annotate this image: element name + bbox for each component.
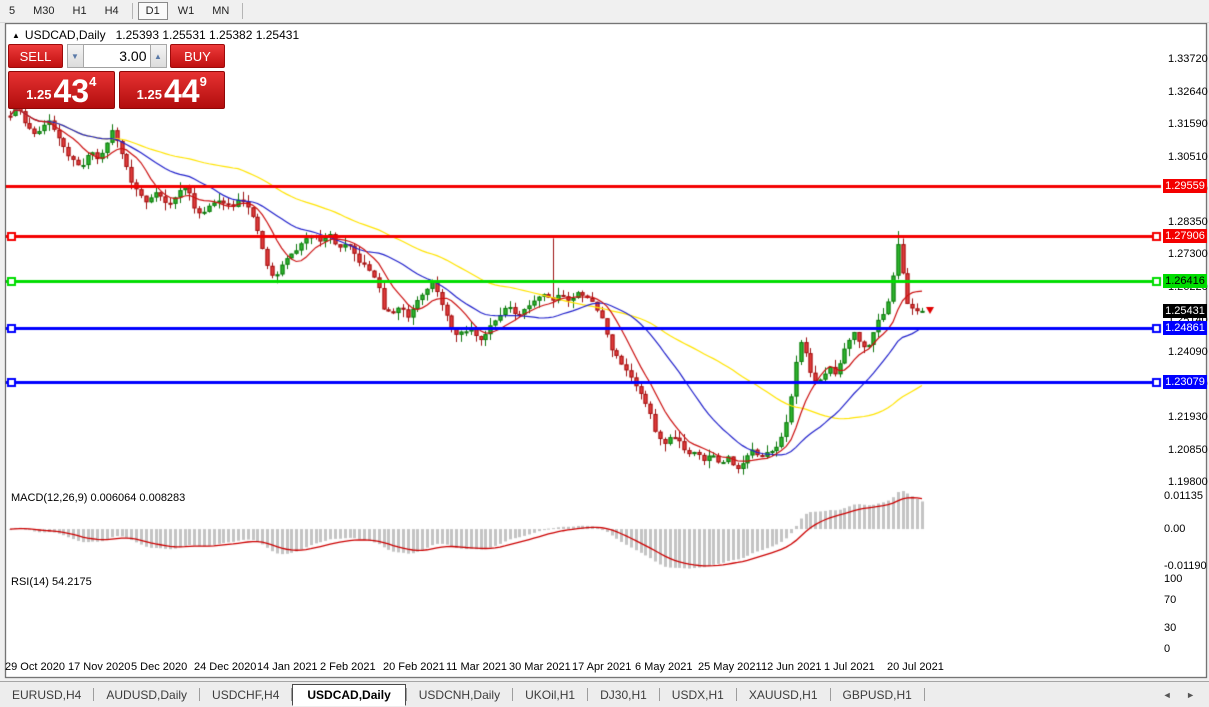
timeframe-button-H4[interactable]: H4	[97, 2, 127, 20]
volume-increase-button[interactable]: ▲	[150, 44, 167, 68]
price-tick-label: 1.20850	[1168, 444, 1208, 456]
sell-price-tile[interactable]: 1.25 43 4	[8, 71, 115, 109]
chart-tab-bar: EURUSD,H4AUDUSD,DailyUSDCHF,H4USDCAD,Dai…	[0, 681, 1209, 707]
tab-scroll-arrows[interactable]: ◄ ►	[1163, 690, 1201, 700]
date-tick-label: 6 May 2021	[635, 661, 692, 673]
hline-price-label: 1.24861	[1163, 321, 1207, 335]
price-tick-label: 1.19800	[1168, 476, 1208, 488]
symbol-period-label: USDCAD,Daily	[25, 28, 106, 42]
macd-indicator-label: MACD(12,26,9) 0.006064 0.008283	[11, 492, 185, 504]
chart-tab-dj30-h1[interactable]: DJ30,H1	[588, 685, 659, 705]
timeframe-button-MN[interactable]: MN	[204, 2, 237, 20]
hline-price-label: 1.29559	[1163, 179, 1207, 193]
chart-tab-audusd-daily[interactable]: AUDUSD,Daily	[94, 685, 199, 705]
volume-decrease-button[interactable]: ▼	[67, 44, 84, 68]
toolbar-separator	[132, 3, 133, 19]
buy-button[interactable]: BUY	[170, 44, 225, 68]
collapse-panel-icon[interactable]: ▲	[12, 31, 20, 40]
date-tick-label: 20 Feb 2021	[383, 661, 445, 673]
tab-separator	[924, 688, 925, 701]
date-tick-label: 30 Mar 2021	[509, 661, 571, 673]
rsi-indicator-label: RSI(14) 54.2175	[11, 576, 92, 588]
chart-title: ▲ USDCAD,Daily 1.25393 1.25531 1.25382 1.2…	[12, 28, 299, 42]
buy-price-tile[interactable]: 1.25 44 9	[119, 71, 226, 109]
chart-tab-ukoil-h1[interactable]: UKOil,H1	[513, 685, 587, 705]
one-click-trade-panel: SELL ▼ ▲ BUY 1.25 43 4 1.25 44 9	[8, 44, 225, 109]
rsi-axis-label: 30	[1164, 622, 1176, 634]
timeframe-button-W1[interactable]: W1	[170, 2, 203, 20]
price-tick-label: 1.33720	[1168, 53, 1208, 65]
timeframe-button-M30[interactable]: M30	[25, 2, 62, 20]
chart-tab-usdcnh-daily[interactable]: USDCNH,Daily	[407, 685, 512, 705]
price-tick-label: 1.24090	[1168, 346, 1208, 358]
ohlc-quote-line: 1.25393 1.25531 1.25382 1.25431	[116, 28, 300, 42]
price-tick-label: 1.21930	[1168, 411, 1208, 423]
hline-price-label: 1.26416	[1163, 274, 1207, 288]
buy-price-big: 44	[164, 76, 200, 106]
chart-tab-gbpusd-h1[interactable]: GBPUSD,H1	[831, 685, 924, 705]
toolbar-separator	[242, 3, 243, 19]
price-tick-label: 1.32640	[1168, 86, 1208, 98]
chart-tab-eurusd-h4[interactable]: EURUSD,H4	[0, 685, 93, 705]
rsi-axis-label: 0	[1164, 643, 1170, 655]
date-tick-label: 5 Dec 2020	[131, 661, 187, 673]
buy-price-prefix: 1.25	[137, 84, 162, 106]
timeframe-button-D1[interactable]: D1	[138, 2, 168, 20]
hline-price-label: 1.23079	[1163, 375, 1207, 389]
date-tick-label: 17 Nov 2020	[68, 661, 130, 673]
chart-tab-usdchf-h4[interactable]: USDCHF,H4	[200, 685, 291, 705]
timeframe-button-5[interactable]: 5	[1, 2, 23, 20]
chart-tab-usdcad-daily[interactable]: USDCAD,Daily	[292, 684, 405, 706]
chart-tab-xauusd-h1[interactable]: XAUUSD,H1	[737, 685, 830, 705]
volume-input[interactable]	[84, 44, 150, 68]
sell-price-pip: 4	[89, 74, 96, 89]
last-price-label: 1.25431	[1163, 304, 1207, 318]
macd-axis-label: 0.01135	[1164, 490, 1203, 502]
timeframe-button-H1[interactable]: H1	[65, 2, 95, 20]
date-tick-label: 24 Dec 2020	[194, 661, 256, 673]
macd-axis-label: -0.01190	[1164, 560, 1207, 572]
date-tick-label: 20 Jul 2021	[887, 661, 944, 673]
timeframe-toolbar: 5M30H1H4 D1W1MN	[0, 0, 1209, 23]
sell-price-prefix: 1.25	[26, 84, 51, 106]
price-tick-label: 1.28350	[1168, 216, 1208, 228]
price-tick-label: 1.27300	[1168, 248, 1208, 260]
rsi-axis-label: 70	[1164, 594, 1176, 606]
date-tick-label: 25 May 2021	[698, 661, 762, 673]
date-tick-label: 11 Mar 2021	[446, 661, 507, 673]
price-tick-label: 1.31590	[1168, 118, 1208, 130]
buy-price-pip: 9	[200, 74, 207, 89]
sell-button[interactable]: SELL	[8, 44, 63, 68]
date-tick-label: 14 Jan 2021	[257, 661, 318, 673]
date-tick-label: 29 Oct 2020	[5, 661, 65, 673]
price-tick-label: 1.30510	[1168, 151, 1208, 163]
date-tick-label: 12 Jun 2021	[761, 661, 822, 673]
date-tick-label: 1 Jul 2021	[824, 661, 875, 673]
hline-price-label: 1.27906	[1163, 229, 1207, 243]
date-tick-label: 2 Feb 2021	[320, 661, 376, 673]
macd-axis-label: 0.00	[1164, 523, 1185, 535]
date-tick-label: 17 Apr 2021	[572, 661, 631, 673]
rsi-axis-label: 100	[1164, 573, 1182, 585]
sell-price-big: 43	[53, 76, 89, 106]
chart-tab-usdx-h1[interactable]: USDX,H1	[660, 685, 736, 705]
